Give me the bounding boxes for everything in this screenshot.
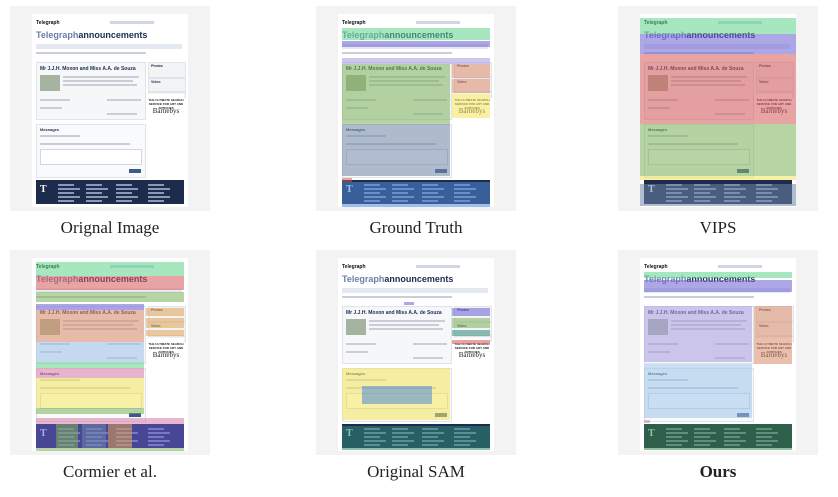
segment-overlay [644, 306, 752, 362]
segment-overlay [452, 318, 490, 328]
caption-original: Orignal Image [60, 218, 160, 237]
segment-overlay [342, 182, 490, 207]
site-header-bar: Telegraph [342, 20, 462, 26]
caption-cormier: Cormier et al. [63, 462, 157, 481]
segment-overlay [36, 342, 144, 362]
segment-overlay [754, 306, 792, 338]
caption-vips: VIPS [699, 218, 737, 237]
sidebar-box-photos: Photos [148, 62, 186, 78]
segment-overlay [36, 310, 144, 342]
figure-panel-sam: Telegraph Telegraphannouncements Mr J.J.… [316, 250, 516, 455]
segment-overlay [36, 368, 144, 378]
webpage-screenshot: Telegraph Telegraphannouncements Mr J.J.… [32, 14, 188, 207]
listing-card: Mr J.J.H. Moxon and Miss A.A. de Souza [342, 306, 452, 364]
caption-ground-truth: Ground Truth [369, 218, 463, 237]
telegraph-logo: Telegraph [644, 264, 668, 270]
barnebys-ad[interactable]: THE ULTIMATE SEARCH SERVICE FOR ART AND … [148, 94, 184, 120]
segment-overlay [36, 448, 184, 451]
breadcrumb [36, 52, 146, 54]
segment-overlay [36, 262, 184, 276]
segment-overlay [640, 18, 796, 34]
site-nav [342, 288, 488, 293]
segment-overlay [146, 308, 184, 316]
segment-overlay [452, 330, 490, 336]
segment-overlay [452, 308, 490, 316]
breadcrumb [644, 296, 754, 298]
figure-panel-vips: Telegraph Telegraphannouncements Mr J.J.… [618, 6, 818, 211]
header-badge [416, 21, 460, 24]
segment-overlay [36, 292, 184, 302]
segment-overlay [342, 64, 450, 124]
figure-panel-ours: Telegraph Telegraphannouncements Mr J.J.… [618, 250, 818, 455]
segment-overlay [452, 340, 490, 344]
webpage-screenshot: Telegraph Telegraphannouncements Mr J.J.… [640, 258, 796, 451]
segment-overlay [342, 28, 490, 40]
barnebys-ad[interactable]: THE ULTIMATE SEARCH SERVICE FOR ART AND … [148, 338, 184, 364]
site-footer: T [36, 180, 184, 204]
segment-overlay [82, 424, 106, 448]
segment-overlay [342, 41, 490, 47]
site-title: Telegraphannouncements [36, 30, 148, 40]
figure-panel-ground-truth: Telegraph Telegraphannouncements Mr J.J.… [316, 6, 516, 211]
segment-overlay [36, 378, 144, 408]
segment-overlay [644, 364, 752, 418]
caption-ours: Ours [699, 462, 737, 481]
segment-overlay [108, 424, 132, 448]
telegraph-logo: Telegraph [342, 20, 366, 26]
segment-overlay [644, 420, 650, 423]
segment-overlay [640, 176, 796, 180]
segment-overlay [36, 276, 184, 290]
segment-overlay [640, 34, 796, 54]
segment-overlay [146, 330, 184, 336]
segment-overlay [644, 280, 792, 292]
breadcrumb [342, 52, 452, 54]
webpage-screenshot: Telegraph Telegraphannouncements Mr J.J.… [338, 14, 494, 207]
site-header-bar: Telegraph [644, 264, 764, 270]
segment-overlay [404, 302, 414, 305]
listing-photo [40, 75, 60, 91]
telegraph-logo: Telegraph [342, 264, 366, 270]
breadcrumb [342, 296, 452, 298]
header-badge [110, 21, 154, 24]
segment-overlay [640, 124, 796, 176]
site-header-bar: Telegraph [342, 264, 462, 270]
webpage-screenshot: Telegraph Telegraphannouncements Mr J.J.… [32, 258, 188, 451]
segment-overlay [754, 338, 792, 364]
caption-sam: Original SAM [367, 462, 465, 481]
site-title: Telegraphannouncements [342, 274, 454, 284]
segment-overlay [146, 318, 184, 328]
webpage-screenshot: Telegraph Telegraphannouncements Mr J.J.… [640, 14, 796, 207]
segment-overlay [640, 184, 796, 206]
figure-panel-original: Telegraph Telegraphannouncements Mr J.J.… [10, 6, 210, 211]
messages-box: Messages [36, 124, 146, 178]
listing-card: Mr J.J.H. Moxon and Miss A.A. de Souza [36, 62, 146, 120]
segment-overlay [362, 386, 432, 404]
segment-overlay [36, 408, 144, 414]
footer-logo: T [40, 184, 47, 195]
segment-overlay [452, 64, 490, 78]
listing-heading: Mr J.J.H. Moxon and Miss A.A. de Souza [346, 310, 442, 316]
sidebar-box-video: Video [148, 78, 186, 92]
webpage-screenshot: Telegraph Telegraphannouncements Mr J.J.… [338, 258, 494, 451]
segment-overlay [56, 424, 78, 448]
segment-overlay [644, 272, 792, 278]
header-badge [718, 265, 762, 268]
header-badge [416, 265, 460, 268]
segment-overlay [640, 54, 796, 124]
segment-overlay [644, 424, 792, 450]
segment-overlay [342, 124, 450, 176]
telegraph-logo: Telegraph [36, 20, 60, 26]
figure-panel-cormier: Telegraph Telegraphannouncements Mr J.J.… [10, 250, 210, 455]
site-nav [36, 44, 182, 49]
site-header-bar: Telegraph [36, 20, 156, 26]
segment-overlay [452, 94, 490, 118]
segment-overlay [452, 79, 490, 93]
listing-heading: Mr J.J.H. Moxon and Miss A.A. de Souza [40, 66, 136, 72]
listing-photo [346, 319, 366, 335]
segment-overlay [342, 426, 490, 450]
